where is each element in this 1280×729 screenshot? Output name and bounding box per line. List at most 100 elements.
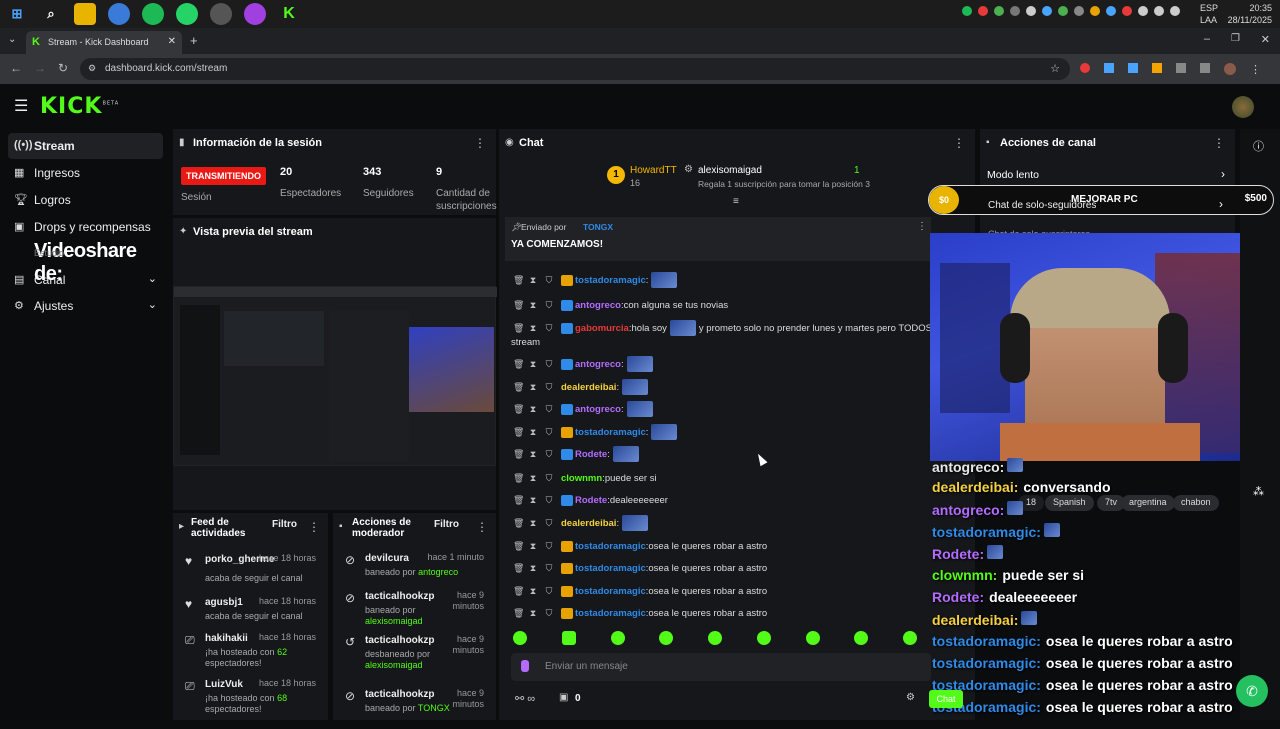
profile-avatar[interactable] (1224, 63, 1236, 75)
chat-username[interactable]: dealerdeibai (561, 382, 616, 393)
kebab-menu-icon[interactable]: ⋮ (474, 136, 486, 150)
ban-user-icon[interactable]: ⛉ (545, 449, 553, 460)
kebab-menu-icon[interactable]: ⋮ (1213, 136, 1225, 150)
reading-list-icon[interactable] (1200, 63, 1210, 73)
timeout-icon[interactable]: ⧗ (529, 563, 537, 574)
ban-user-icon[interactable]: ⛉ (545, 427, 553, 438)
url-field[interactable]: ⚙ dashboard.kick.com/stream ☆ (80, 58, 1070, 80)
windows-start-icon[interactable]: ⊞ (6, 3, 28, 25)
ban-user-icon[interactable]: ⛉ (545, 382, 553, 393)
ban-user-icon[interactable]: ⛉ (545, 495, 553, 506)
unpin-icon[interactable]: ⋮ (917, 221, 927, 232)
extensions-puzzle-icon[interactable] (1176, 63, 1186, 73)
timeout-icon[interactable]: ⧗ (529, 275, 537, 286)
delete-message-icon[interactable]: 🗑︎ (513, 427, 524, 438)
chat-username[interactable]: tostadoramagic (575, 427, 646, 438)
browser-menu-icon[interactable]: ⋮ (1250, 63, 1261, 76)
timeout-icon[interactable]: ⧗ (529, 586, 537, 597)
mic-icon[interactable] (521, 660, 529, 672)
mod-filter-button[interactable]: Filtro (434, 519, 459, 530)
kebab-menu-icon[interactable]: ⋮ (308, 520, 320, 534)
info-icon[interactable]: ⓘ (1253, 138, 1264, 154)
7tv-extension-icon[interactable] (1104, 63, 1114, 73)
chat-username[interactable]: dealerdeibai (561, 518, 616, 529)
ban-user-icon[interactable]: ⛉ (545, 323, 553, 334)
timeout-icon[interactable]: ⧗ (529, 449, 537, 460)
timeout-icon[interactable]: ⧗ (529, 473, 537, 484)
top-user-name[interactable]: alexisomaigad (698, 165, 762, 176)
back-icon[interactable]: ← (10, 61, 22, 75)
chevron-right-icon[interactable]: › (1219, 197, 1223, 211)
tag-pill[interactable]: Spanish (1045, 495, 1094, 511)
ban-user-icon[interactable]: ⛉ (545, 359, 553, 370)
chat-username[interactable]: gabomurcia (575, 323, 629, 334)
kick-app-icon[interactable]: K (278, 3, 300, 25)
tag-pill[interactable]: chabon (1173, 495, 1219, 511)
mod-actor[interactable]: alexisomaigad (365, 616, 423, 626)
search-icon[interactable]: ⌕ (40, 3, 62, 25)
delete-message-icon[interactable]: 🗑︎ (513, 608, 524, 619)
new-tab-icon[interactable]: + (190, 33, 198, 48)
ban-user-icon[interactable]: ⛉ (545, 518, 553, 529)
mod-target-username[interactable]: tacticalhookzp (365, 635, 434, 646)
mod-actor[interactable]: TONGX (418, 703, 450, 713)
delete-message-icon[interactable]: 🗑︎ (513, 359, 524, 370)
extension-icon[interactable] (1152, 63, 1162, 73)
emote-icon[interactable] (610, 631, 625, 645)
site-info-icon[interactable]: ⚙ (88, 63, 96, 74)
kebab-menu-icon[interactable]: ⋮ (953, 136, 965, 150)
extension-icon[interactable] (1080, 63, 1090, 73)
delete-message-icon[interactable]: 🗑︎ (513, 382, 524, 393)
delete-message-icon[interactable]: 🗑︎ (513, 323, 524, 334)
timeout-icon[interactable]: ⧗ (529, 541, 537, 552)
messenger-icon[interactable] (244, 3, 266, 25)
delete-message-icon[interactable]: 🗑︎ (513, 404, 524, 415)
delete-message-icon[interactable]: 🗑︎ (513, 586, 524, 597)
feed-username[interactable]: agusbj1 (205, 597, 243, 608)
emote-icon[interactable] (561, 631, 576, 645)
emote-icon[interactable] (854, 631, 869, 645)
sidebar-item-stream[interactable]: ((•)) Stream (8, 133, 163, 159)
chat-username[interactable]: antogreco (575, 300, 621, 311)
delete-message-icon[interactable]: 🗑︎ (513, 275, 524, 286)
timeout-icon[interactable]: ⧗ (529, 518, 537, 529)
slow-mode-item[interactable]: Modo lento (987, 169, 1039, 181)
kebab-menu-icon[interactable]: ⋮ (476, 520, 488, 534)
spotify-icon[interactable] (142, 3, 164, 25)
sidebar-item-logros[interactable]: 🏆︎ Logros (8, 187, 163, 213)
app-icon[interactable] (210, 3, 232, 25)
kick-logo[interactable]: KICKBETA (40, 94, 119, 119)
followers-only-item[interactable]: Chat de solo-seguidores (988, 200, 1096, 211)
share-icon[interactable]: ⁂ (1253, 485, 1264, 498)
stream-preview-video[interactable] (173, 286, 497, 466)
emote-icon[interactable] (903, 631, 917, 645)
tag-pill[interactable]: argentina (1121, 495, 1175, 511)
sidebar-item-drops[interactable]: ▣ Drops y recompensas (8, 214, 163, 240)
mod-actor[interactable]: antogreco (418, 567, 458, 577)
ban-user-icon[interactable]: ⛉ (545, 275, 553, 286)
maximize-icon[interactable]: ❐ (1231, 33, 1240, 44)
bookmark-star-icon[interactable]: ☆ (1050, 62, 1060, 75)
hamburger-menu-icon[interactable]: ☰ (14, 96, 28, 116)
language-indicator[interactable]: ESP LAA (1200, 2, 1218, 26)
timeout-icon[interactable]: ⧗ (529, 427, 537, 438)
emote-icon[interactable] (756, 631, 771, 645)
timeout-icon[interactable]: ⧗ (529, 404, 537, 415)
pinned-by-user[interactable]: TONGX (583, 222, 613, 232)
delete-message-icon[interactable]: 🗑︎ (513, 449, 524, 460)
user-avatar[interactable] (1232, 96, 1254, 118)
emote-icon[interactable] (659, 631, 674, 645)
file-explorer-icon[interactable] (74, 3, 96, 25)
chat-username[interactable]: clownmn (561, 473, 602, 484)
close-window-icon[interactable]: ✕ (1261, 33, 1270, 46)
timeout-icon[interactable]: ⧗ (529, 382, 537, 393)
emote-icon[interactable] (708, 631, 722, 645)
collapse-icon[interactable]: ≡ (733, 196, 739, 207)
chat-username[interactable]: tostadoramagic (575, 563, 646, 574)
delete-message-icon[interactable]: 🗑︎ (513, 473, 524, 484)
reload-icon[interactable]: ↻ (58, 61, 68, 75)
minimize-icon[interactable]: – (1204, 33, 1210, 45)
feed-filter-button[interactable]: Filtro (272, 519, 297, 530)
delete-message-icon[interactable]: 🗑︎ (513, 563, 524, 574)
whatsapp-float-icon[interactable]: ✆ (1236, 675, 1268, 707)
